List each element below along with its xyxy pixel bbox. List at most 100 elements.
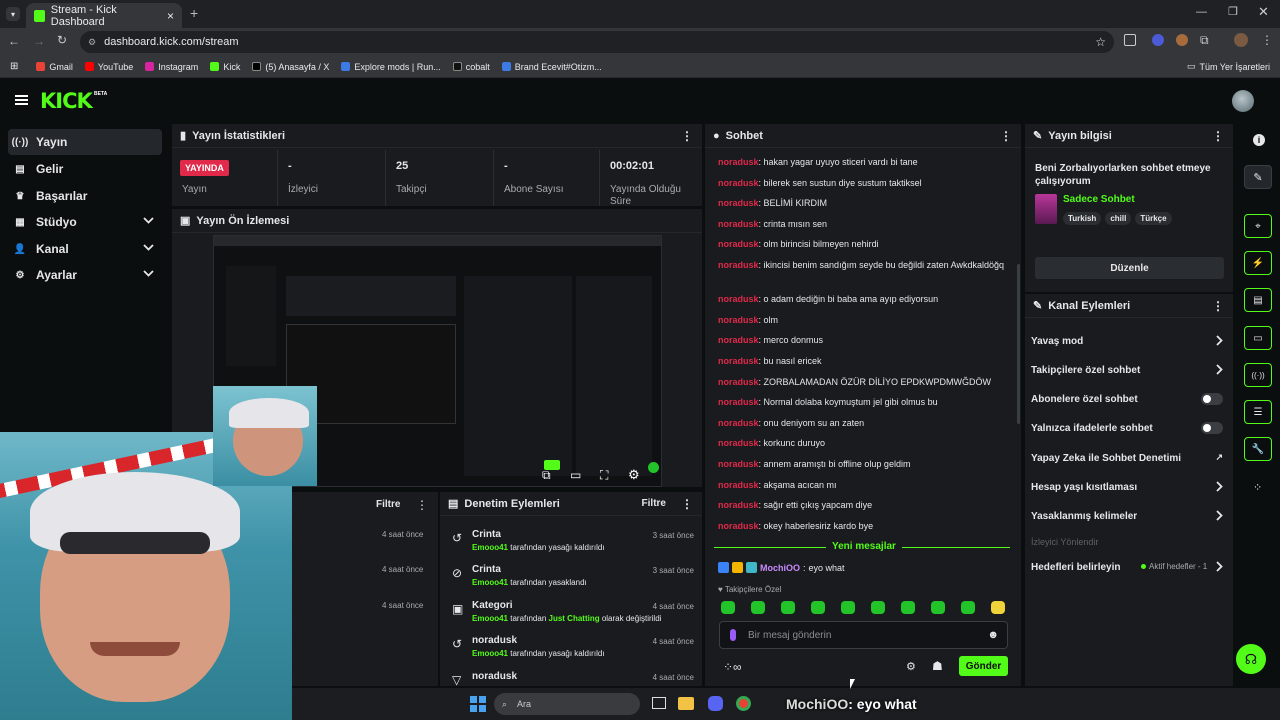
emote-chat-toggle[interactable] — [1201, 422, 1223, 434]
extension-icon[interactable] — [1124, 34, 1136, 46]
chat-username[interactable]: noradusk — [718, 377, 759, 387]
bookmark-star-icon[interactable]: ☆ — [1095, 35, 1106, 49]
bookmark-mods[interactable]: Explore mods | Run... — [341, 62, 441, 72]
chat-message[interactable]: noradusk: onu deniyom su an zaten — [718, 417, 1008, 430]
site-info-icon[interactable]: ⚙ — [88, 37, 96, 48]
moderation-event[interactable]: ▽ noradusk 4 saat önce — [448, 669, 698, 687]
extension-orange-icon[interactable] — [1176, 34, 1188, 46]
chat-username[interactable]: noradusk — [718, 157, 759, 167]
restore-icon[interactable]: ❐ — [1228, 5, 1238, 18]
kick-logo[interactable]: KICK — [40, 89, 93, 113]
chat-message[interactable]: noradusk: annem aramıştı bi offline olup… — [718, 458, 1008, 471]
bookmark-x[interactable]: (5) Anasayfa / X — [252, 62, 329, 72]
emote-icon[interactable] — [841, 601, 855, 614]
moderation-filter[interactable]: Filtre — [642, 498, 666, 509]
emote-icon[interactable] — [751, 601, 765, 614]
chat-message[interactable]: noradusk: bu nasıl ericek — [718, 355, 1008, 368]
chat-username[interactable]: noradusk — [718, 418, 759, 428]
rail-button[interactable]: ⚡ — [1244, 251, 1272, 275]
chrome-icon[interactable] — [736, 696, 751, 711]
emote-icon[interactable] — [871, 601, 885, 614]
slow-mode-row[interactable]: Yavaş mod — [1031, 331, 1227, 351]
emote-icon[interactable] — [931, 601, 945, 614]
url-field[interactable]: ⚙ dashboard.kick.com/stream ☆ — [80, 31, 1114, 53]
rail-button[interactable]: 🔧 — [1244, 437, 1272, 461]
more-options-icon[interactable]: ⋮ — [1212, 299, 1224, 313]
preview-pip-icon[interactable]: ⧉ — [542, 468, 551, 483]
help-headset-icon[interactable]: ☊ — [1236, 644, 1266, 674]
chat-message[interactable]: noradusk: sağır etti çıkış yapcam diye — [718, 499, 1008, 512]
close-tab-icon[interactable]: × — [167, 9, 174, 23]
dots-cluster-icon[interactable]: ⁘ — [1253, 481, 1262, 494]
subs-chat-toggle[interactable] — [1201, 393, 1223, 405]
profile-avatar-icon[interactable] — [1234, 33, 1248, 47]
chat-username[interactable]: noradusk — [718, 521, 759, 531]
extension-blue-icon[interactable] — [1152, 34, 1164, 46]
chat-username[interactable]: noradusk — [718, 294, 759, 304]
points-icon[interactable]: ⁘∞ — [723, 660, 742, 674]
settings-icon[interactable]: ⚙ — [628, 467, 640, 483]
chat-settings-icon[interactable]: ⚙ — [906, 660, 916, 673]
chat-input[interactable]: Bir mesaj gönderin ☻ — [719, 621, 1008, 649]
window-close-icon[interactable]: ✕ — [1258, 4, 1269, 20]
reload-icon[interactable]: ↻ — [57, 33, 67, 47]
info-icon[interactable]: i — [1253, 134, 1265, 146]
send-button[interactable]: Gönder — [959, 656, 1008, 676]
banned-words-row[interactable]: Yasaklanmış kelimeler — [1031, 506, 1227, 526]
moderation-event[interactable]: ↺ Crinta Emooo41 tarafından yasağı kaldı… — [448, 527, 698, 561]
chat-message[interactable]: noradusk: hakan yagar uyuyo sticeri vard… — [718, 156, 1008, 169]
new-tab-icon[interactable]: + — [190, 5, 198, 21]
chat-message[interactable]: noradusk: olm birincisi bilmeyen nehirdi — [718, 238, 1008, 251]
chat-message[interactable]: noradusk: BELİMİ KIRDIM — [718, 197, 1008, 210]
chat-username[interactable]: noradusk — [718, 239, 759, 249]
category-name[interactable]: Sadece Sohbet — [1063, 194, 1135, 205]
chat-message[interactable]: noradusk: o adam dediğin bi baba ama ayı… — [718, 293, 1008, 306]
chat-message[interactable]: noradusk: ZORBALAMADAN ÖZÜR DİLİYO EPDKW… — [718, 376, 1008, 389]
chat-message[interactable]: noradusk: olm — [718, 314, 1008, 327]
all-bookmarks[interactable]: ▭ Tüm Yer İşaretleri — [1187, 61, 1270, 72]
task-view-icon[interactable] — [652, 697, 666, 709]
emote-icon[interactable] — [721, 601, 735, 614]
more-options-icon[interactable]: ⋮ — [681, 129, 693, 143]
chat-message[interactable]: noradusk: Normal dolaba koymuştum jel gi… — [718, 396, 1008, 409]
emote-icon[interactable] — [961, 601, 975, 614]
taskbar-search[interactable]: ⌕ Ara — [494, 693, 640, 715]
chat-username[interactable]: noradusk — [718, 260, 759, 270]
sidebar-item-studyo[interactable]: ▦ Stüdyo — [8, 209, 162, 235]
windows-start-icon[interactable] — [470, 696, 486, 712]
preview-theater-icon[interactable]: ▭ — [570, 468, 581, 482]
sidebar-item-basarilar[interactable]: ♛ Başarılar — [8, 183, 162, 209]
rail-button[interactable]: ☰ — [1244, 400, 1272, 424]
bookmark-gmail[interactable]: Gmail — [36, 62, 73, 72]
more-options-icon[interactable]: ⋮ — [1212, 129, 1224, 143]
apps-grid-icon[interactable]: ⊞ — [10, 61, 18, 72]
activity-filter[interactable]: Filtre — [376, 499, 400, 510]
ai-moderation-row[interactable]: Yapay Zeka ile Sohbet Denetimi ↗ — [1031, 448, 1227, 468]
bookmark-brand[interactable]: Brand Ecevit#Otizm... — [501, 62, 602, 72]
file-explorer-icon[interactable] — [678, 697, 694, 710]
bookmark-kick[interactable]: Kick — [210, 62, 240, 72]
more-options-icon[interactable]: ⋮ — [681, 497, 693, 511]
chat-message[interactable]: noradusk: crinta mısın sen — [718, 218, 1008, 231]
chat-message[interactable]: noradusk: ikincisi benim sandığım seyde … — [718, 259, 1008, 272]
emoji-icon[interactable]: ☻ — [987, 629, 999, 641]
chat-username[interactable]: noradusk — [718, 500, 759, 510]
goals-row[interactable]: Hedefleri belirleyin Aktif hedefler - 1 — [1031, 557, 1227, 577]
sidebar-item-yayin[interactable]: ((·)) Yayın — [8, 129, 162, 155]
rail-button[interactable]: ⌖ — [1244, 214, 1272, 238]
back-icon[interactable]: ← — [8, 34, 20, 48]
chat-message[interactable]: noradusk: okey haberlesiriz kardo bye — [718, 520, 1008, 533]
emote-icon[interactable] — [901, 601, 915, 614]
emote-icon[interactable] — [781, 601, 795, 614]
age-limit-row[interactable]: Hesap yaşı kısıtlaması — [1031, 477, 1227, 497]
edit-button[interactable]: Düzenle — [1035, 257, 1224, 279]
bot-icon[interactable]: ☗ — [932, 659, 943, 673]
browser-tab[interactable]: Stream - Kick Dashboard × — [26, 3, 182, 28]
chat-username[interactable]: noradusk — [718, 198, 759, 208]
chat-scrollbar[interactable] — [1017, 264, 1020, 424]
fullscreen-icon[interactable]: ⛶ — [600, 468, 608, 483]
chat-username[interactable]: noradusk — [718, 397, 759, 407]
bookmark-cobalt[interactable]: cobalt — [452, 62, 490, 72]
bookmark-instagram[interactable]: Instagram — [145, 62, 198, 72]
browser-menu-icon[interactable]: ⋮ — [1261, 33, 1273, 47]
